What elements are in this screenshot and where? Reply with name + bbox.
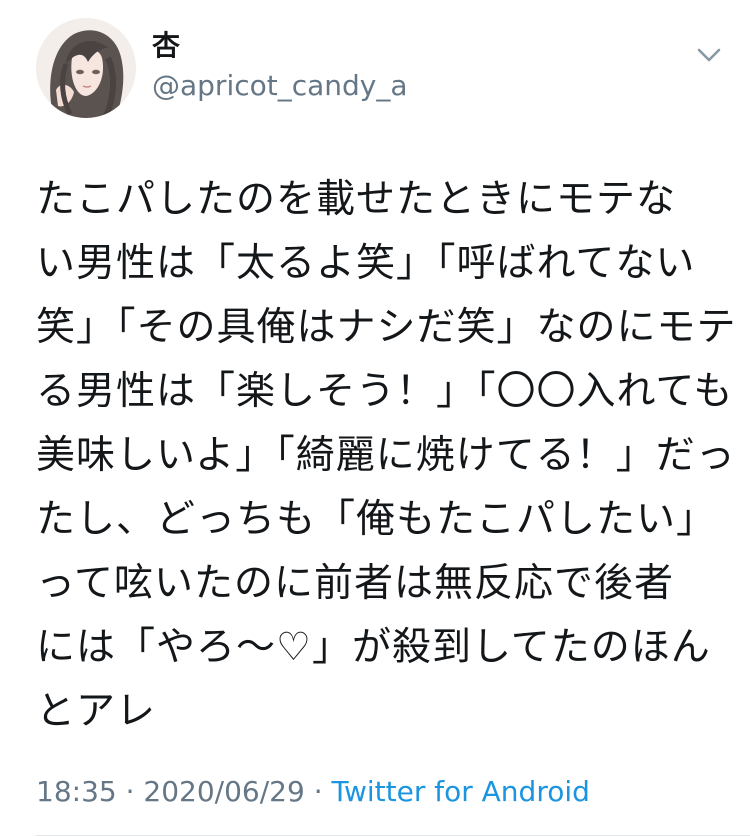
tweet-text-line: には「やろ〜♡」が殺到してたのほん [36,625,711,670]
divider [36,835,750,836]
tweet-text-line: る男性は「楽しそう！」「〇〇入れても [36,369,734,414]
tweet-text-line: 笑」「その具俺はナシだ笑」なのにモテ [36,305,737,350]
tweet-meta: 18:35 · 2020/06/29 · Twitter for Android [36,772,590,812]
display-name[interactable]: 杏 [152,26,408,66]
tweet-date[interactable]: 2020/06/29 [143,775,304,808]
user-handle[interactable]: @apricot_candy_a [152,66,408,106]
tweet-text-line: たこパしたのを載せたときにモテな [36,177,677,222]
tweet-source-link[interactable]: Twitter for Android [332,775,590,808]
avatar[interactable] [36,18,136,118]
meta-separator: · [116,775,144,808]
tweet-text: たこパしたのを載せたときにモテな い男性は「太るよ笑」「呼ばれてない 笑」「その… [36,168,737,744]
tweet-header: 杏 @apricot_candy_a [36,18,726,128]
tweet-text-line: とアレ [36,689,157,734]
tweet-card: 杏 @apricot_candy_a たこパしたのを載せたときにモテな い男性は… [0,0,750,837]
avatar-illustration [36,18,136,118]
tweet-text-line: い男性は「太るよ笑」「呼ばれてない [36,241,696,286]
tweet-text-line: たし、どっちも「俺もたこパしたい」 [36,497,717,542]
tweet-time[interactable]: 18:35 [36,775,117,808]
tweet-text-line: 美味しいよ」「綺麗に焼けてる！」だっ [36,433,736,478]
tweet-text-line: って呟いたのに前者は無反応で後者 [36,561,675,606]
meta-separator: · [304,775,332,808]
user-names: 杏 @apricot_candy_a [152,26,408,106]
chevron-down-icon[interactable] [692,38,726,72]
